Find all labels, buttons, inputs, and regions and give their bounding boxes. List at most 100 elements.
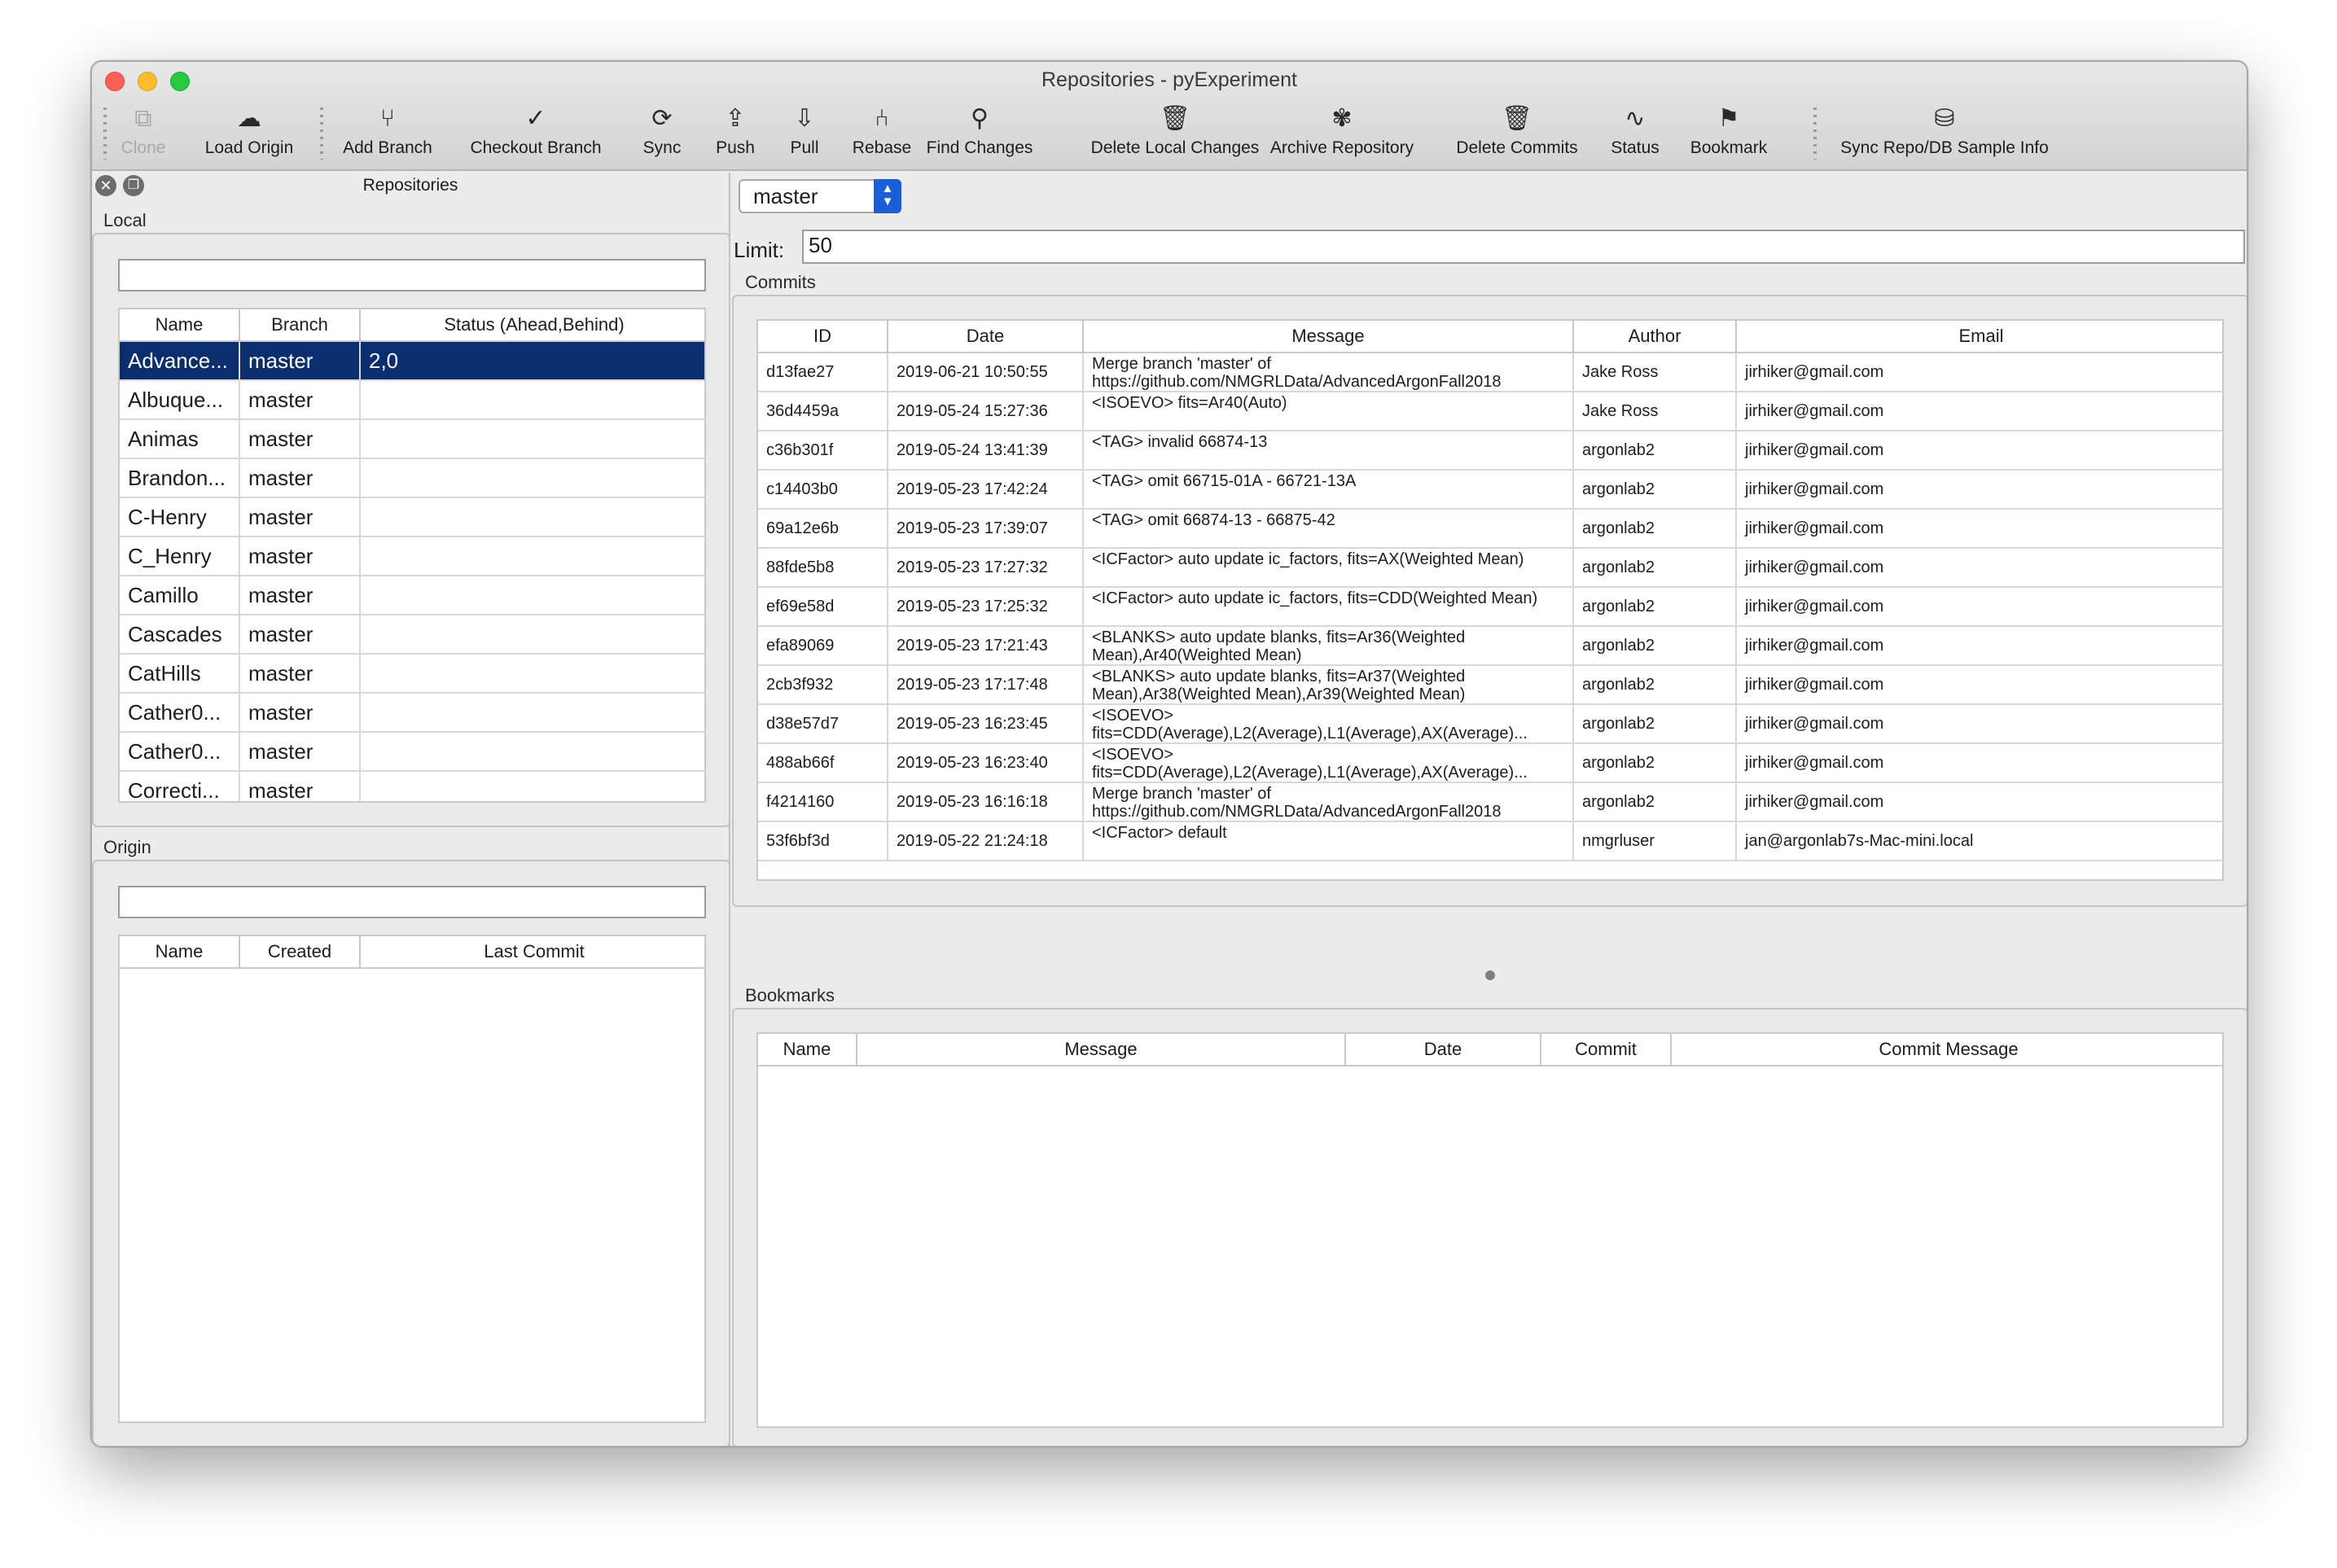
local-cell-name: Albuque... bbox=[120, 381, 240, 418]
bookmark-button[interactable]: ⚑ Bookmark bbox=[1680, 99, 1778, 171]
local-table-row[interactable]: Cather0... master bbox=[120, 733, 704, 772]
local-cell-name: CatHills bbox=[120, 655, 240, 692]
local-cell-status bbox=[361, 694, 704, 731]
commit-cell-date: 2019-05-24 13:41:39 bbox=[888, 431, 1084, 469]
repositories-dock-title: Repositories bbox=[362, 176, 458, 195]
status-button[interactable]: ∿ Status bbox=[1603, 99, 1668, 171]
origin-column-created[interactable]: Created bbox=[240, 936, 361, 969]
origin-filter-input[interactable] bbox=[118, 886, 706, 918]
local-table-row[interactable]: Cather0... master bbox=[120, 694, 704, 733]
local-column-branch[interactable]: Branch bbox=[240, 309, 361, 342]
archive-repository-button[interactable]: ✾ Archive Repository bbox=[1256, 99, 1427, 171]
bookmarks-column-commit-message[interactable]: Commit Message bbox=[1672, 1034, 2222, 1067]
status-label: Status bbox=[1611, 138, 1660, 157]
pull-icon: ⇩ bbox=[794, 105, 815, 132]
local-cell-name: C-Henry bbox=[120, 498, 240, 536]
sync-repo-db-sample-info-label: Sync Repo/DB Sample Info bbox=[1840, 138, 2049, 157]
commit-row[interactable]: f4214160 2019-05-23 16:16:18 Merge branch … bbox=[758, 783, 2222, 822]
local-table-row[interactable]: Cascades master bbox=[120, 615, 704, 655]
commits-column-id[interactable]: ID bbox=[758, 321, 888, 353]
commit-row[interactable]: 53f6bf3d 2019-05-22 21:24:18 <ICFactor> de… bbox=[758, 822, 2222, 861]
commit-cell-message: Merge branch 'master' of https://github.… bbox=[1084, 783, 1574, 821]
local-table-row[interactable]: Brandon... master bbox=[120, 459, 704, 498]
delete-local-changes-button[interactable]: 🗑 Delete Local Changes bbox=[1069, 99, 1281, 171]
pull-button[interactable]: ⇩ Pull bbox=[776, 99, 833, 171]
commit-row[interactable]: 69a12e6b 2019-05-23 17:39:07 <TAG> omit 66… bbox=[758, 510, 2222, 549]
commit-row[interactable]: 88fde5b8 2019-05-23 17:27:32 <ICFactor> au… bbox=[758, 549, 2222, 588]
local-table-row[interactable]: Camillo master bbox=[120, 576, 704, 615]
add-branch-button[interactable]: ⑂ Add Branch bbox=[335, 99, 441, 171]
origin-column-last-commit[interactable]: Last Commit bbox=[361, 936, 704, 969]
bookmarks-column-name[interactable]: Name bbox=[758, 1034, 857, 1067]
local-table-row[interactable]: Correcti... master bbox=[120, 772, 704, 801]
commits-column-email[interactable]: Email bbox=[1737, 321, 2222, 353]
local-table-row[interactable]: C-Henry master bbox=[120, 498, 704, 537]
clone-button[interactable]: ⧉ Clone bbox=[115, 99, 172, 171]
push-button[interactable]: ⇪ Push bbox=[707, 99, 764, 171]
commit-row[interactable]: d38e57d7 2019-05-23 16:23:45 <ISOEVO> fits… bbox=[758, 705, 2222, 744]
commit-cell-date: 2019-05-23 17:42:24 bbox=[888, 471, 1084, 508]
bookmarks-column-message[interactable]: Message bbox=[857, 1034, 1346, 1067]
bookmarks-table-header: Name Message Date Commit Commit Message bbox=[758, 1034, 2222, 1067]
delete-commits-button[interactable]: 🗑 Delete Commits bbox=[1444, 99, 1590, 171]
commit-row[interactable]: 2cb3f932 2019-05-23 17:17:48 <BLANKS> auto… bbox=[758, 666, 2222, 705]
commit-cell-id: ef69e58d bbox=[758, 588, 888, 625]
local-cell-status bbox=[361, 459, 704, 497]
commit-cell-email: jirhiker@gmail.com bbox=[1745, 480, 1884, 498]
commit-cell-author: argonlab2 bbox=[1574, 510, 1737, 547]
commit-row[interactable]: c36b301f 2019-05-24 13:41:39 <TAG> invalid… bbox=[758, 431, 2222, 471]
local-cell-branch: master bbox=[240, 342, 361, 379]
bookmarks-column-commit[interactable]: Commit bbox=[1541, 1034, 1672, 1067]
delete-commits-label: Delete Commits bbox=[1456, 138, 1578, 157]
load-origin-button[interactable]: ☁ Load Origin bbox=[196, 99, 302, 171]
commit-row[interactable]: ef69e58d 2019-05-23 17:25:32 <ICFactor> au… bbox=[758, 588, 2222, 627]
commit-row[interactable]: efa89069 2019-05-23 17:21:43 <BLANKS> auto… bbox=[758, 627, 2222, 666]
commits-group: ID Date Message Author Email d13fae27 201… bbox=[732, 295, 2247, 907]
local-cell-name: Camillo bbox=[120, 576, 240, 614]
commit-cell-date: 2019-05-23 16:16:18 bbox=[888, 783, 1084, 821]
origin-group-title: Origin bbox=[103, 837, 151, 857]
local-column-name[interactable]: Name bbox=[120, 309, 240, 342]
local-table-row[interactable]: Advance... master 2,0 bbox=[120, 342, 704, 381]
bookmarks-column-date[interactable]: Date bbox=[1346, 1034, 1541, 1067]
local-cell-branch: master bbox=[240, 694, 361, 731]
limit-input[interactable]: 50 bbox=[802, 230, 2245, 264]
sync-button[interactable]: ⟳ Sync bbox=[634, 99, 691, 171]
local-table-row[interactable]: CatHills master bbox=[120, 655, 704, 694]
local-cell-name: Correcti... bbox=[120, 772, 240, 801]
rebase-button[interactable]: ⑃ Rebase bbox=[841, 99, 923, 171]
commits-column-message[interactable]: Message bbox=[1084, 321, 1574, 353]
local-table-row[interactable]: Animas master bbox=[120, 420, 704, 459]
local-cell-name: Cather0... bbox=[120, 733, 240, 770]
local-group-title: Local bbox=[103, 210, 147, 230]
local-cell-status bbox=[361, 772, 704, 801]
origin-column-name[interactable]: Name bbox=[120, 936, 240, 969]
local-filter-input[interactable] bbox=[118, 259, 706, 291]
branch-select[interactable]: master ▲ ▼ bbox=[739, 179, 901, 213]
commits-table: ID Date Message Author Email d13fae27 201… bbox=[756, 319, 2224, 881]
commit-cell-id: f4214160 bbox=[758, 783, 888, 821]
local-cell-status bbox=[361, 733, 704, 770]
find-changes-button[interactable]: ⚲ Find Changes bbox=[914, 99, 1045, 171]
local-column-status[interactable]: Status (Ahead,Behind) bbox=[361, 309, 704, 342]
commit-row[interactable]: 488ab66f 2019-05-23 16:23:40 <ISOEVO> fits… bbox=[758, 744, 2222, 783]
checkout-branch-button[interactable]: ✓ Checkout Branch bbox=[458, 99, 613, 171]
commit-cell-date: 2019-05-23 17:25:32 bbox=[888, 588, 1084, 625]
commit-row[interactable]: d13fae27 2019-06-21 10:50:55 Merge branch … bbox=[758, 353, 2222, 392]
commit-row[interactable]: c14403b0 2019-05-23 17:42:24 <TAG> omit 66… bbox=[758, 471, 2222, 510]
commit-cell-id: d38e57d7 bbox=[758, 705, 888, 742]
local-table-row[interactable]: Albuque... master bbox=[120, 381, 704, 420]
local-cell-status bbox=[361, 381, 704, 418]
commits-column-author[interactable]: Author bbox=[1574, 321, 1737, 353]
local-table-row[interactable]: C_Henry master bbox=[120, 537, 704, 576]
commits-column-date[interactable]: Date bbox=[888, 321, 1084, 353]
commit-row[interactable]: 36d4459a 2019-05-24 15:27:36 <ISOEVO> fits… bbox=[758, 392, 2222, 431]
sync-repo-db-sample-info-button[interactable]: ⛁ Sync Repo/DB Sample Info bbox=[1822, 99, 2067, 171]
commit-cell-email: jirhiker@gmail.com bbox=[1745, 715, 1884, 733]
commit-cell-message: <ISOEVO> fits=CDD(Average),L2(Average),L… bbox=[1084, 705, 1574, 742]
load-origin-label: Load Origin bbox=[204, 138, 294, 157]
commit-cell-author: argonlab2 bbox=[1574, 783, 1737, 821]
splitter-handle[interactable] bbox=[1485, 970, 1495, 980]
local-cell-branch: master bbox=[240, 459, 361, 497]
commit-cell-email: jirhiker@gmail.com bbox=[1745, 558, 1884, 576]
